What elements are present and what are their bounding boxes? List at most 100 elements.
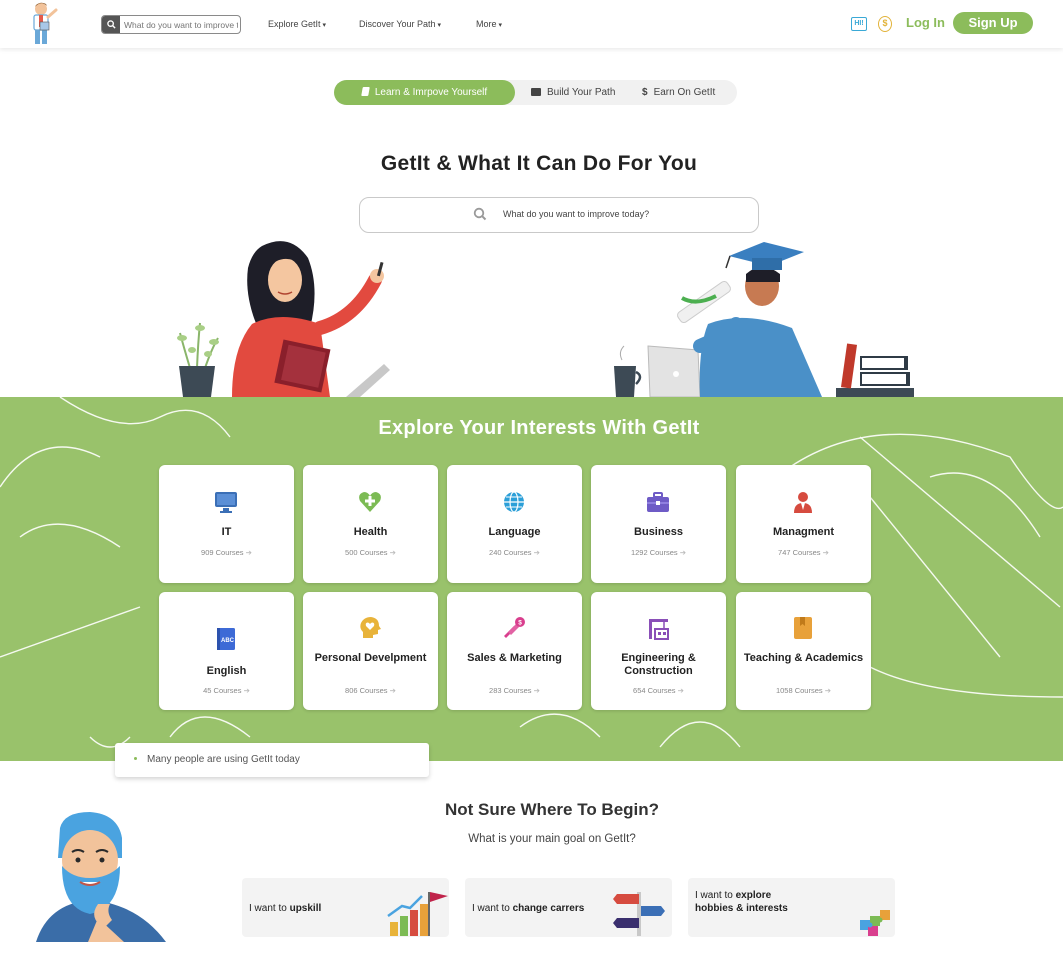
arrow-right-icon: ➔ [533, 686, 540, 695]
tab-build-label: Build Your Path [547, 87, 616, 98]
arrow-right-icon: ➔ [677, 686, 684, 695]
notebook-icon [794, 617, 812, 639]
nav-discover[interactable]: Discover Your Path ▾ [359, 19, 441, 29]
category-name: Engineering & Construction [621, 652, 696, 677]
crane-icon [649, 619, 669, 640]
category-name: Managment [772, 526, 835, 538]
category-course-count: 1058 Courses ➔ [775, 686, 832, 695]
monitor-icon [215, 492, 237, 513]
category-card-teaching[interactable]: Teaching & Academics 1058 Courses ➔ [736, 592, 871, 710]
login-link[interactable]: Log In [906, 15, 945, 30]
top-navbar: Explore GetIt▾ Discover Your Path▾ More▾… [0, 0, 1063, 48]
hero-search-placeholder: What do you want to improve today? [503, 209, 650, 219]
bullet-dot [134, 757, 137, 760]
category-card-it[interactable]: IT 909 Courses ➔ [159, 465, 294, 583]
nav-more[interactable]: More ▾ [476, 19, 502, 29]
nav-discover-label: Discover Your Path [359, 19, 436, 29]
nav-explore[interactable]: Explore GetIt ▾ [268, 19, 326, 29]
graduate-student-illustration [614, 242, 914, 397]
header-search[interactable] [101, 15, 241, 34]
begin-title: Not Sure Where To Begin? [444, 800, 660, 819]
arrow-right-icon: ➔ [389, 686, 396, 695]
caret-down-icon: ▾ [437, 22, 442, 29]
category-name: IT [221, 526, 232, 538]
category-course-count: 45 Courses ➔ [203, 686, 250, 695]
activity-notice: Many people are using GetIt today [115, 743, 429, 777]
manager-icon [794, 492, 812, 513]
caret-down-icon: ▾ [322, 22, 327, 29]
explore-title: Explore Your Interests With GetIt [378, 417, 700, 439]
goal-card-explore-hobbies[interactable]: I want to explore hobbies & interests [688, 878, 895, 937]
abc-book-icon: ABC [217, 628, 235, 650]
goal-text: I want to explore hobbies & interests [695, 890, 788, 914]
hero-title: GetIt & What It Can Do For You [380, 152, 698, 175]
arrow-right-icon: ➔ [245, 548, 252, 557]
caret-down-icon: ▾ [498, 22, 503, 29]
category-course-count: 500 Courses ➔ [345, 548, 396, 557]
category-card-business[interactable]: Business 1292 Courses ➔ [591, 465, 726, 583]
hi-chat-icon[interactable]: HI! [851, 17, 867, 31]
category-card-health[interactable]: Health 500 Courses ➔ [303, 465, 438, 583]
briefcase-icon [647, 492, 669, 512]
category-name: Personal Develpment [314, 652, 427, 664]
dollar-icon: $ [642, 87, 648, 98]
category-course-count: 283 Courses ➔ [489, 686, 540, 695]
category-name: Sales & Marketing [467, 652, 562, 664]
coin-icon[interactable]: $ [878, 16, 892, 32]
growth-chart-icon [387, 892, 448, 936]
megaphone-icon: $ [504, 617, 525, 638]
svg-text:$: $ [518, 620, 522, 627]
category-card-engineering[interactable]: Engineering & Construction 654 Courses ➔ [591, 592, 726, 710]
goal-card-change-careers[interactable]: I want to change carrers [465, 878, 672, 937]
begin-subtitle: What is your main goal on GetIt? [468, 833, 636, 845]
category-card-sales-marketing[interactable]: $ Sales & Marketing 283 Courses ➔ [447, 592, 582, 710]
category-course-count: 1292 Courses ➔ [630, 548, 687, 557]
category-course-count: 240 Courses ➔ [489, 548, 540, 557]
thinking-man-illustration [36, 812, 166, 942]
book-icon [361, 87, 370, 96]
arrow-right-icon: ➔ [533, 548, 540, 557]
category-card-language[interactable]: Language 240 Courses ➔ [447, 465, 582, 583]
goal-text: I want to upskill [249, 903, 322, 914]
category-card-personal-development[interactable]: Personal Develpment 806 Courses ➔ [303, 592, 438, 710]
signup-button[interactable]: Sign Up [953, 12, 1033, 34]
tab-earn-label: Earn On GetIt [653, 87, 716, 98]
header-search-input[interactable] [124, 17, 238, 32]
category-course-count: 806 Courses ➔ [345, 686, 396, 695]
briefcase-icon [531, 88, 541, 96]
activity-notice-text: Many people are using GetIt today [147, 754, 300, 765]
tab-learn[interactable]: Learn & Imrpove Yourself [334, 80, 515, 105]
search-icon [473, 207, 487, 221]
arrow-right-icon: ➔ [822, 548, 829, 557]
search-button[interactable] [102, 16, 120, 33]
arrow-right-icon: ➔ [389, 548, 396, 557]
woman-teacher-illustration [177, 241, 390, 397]
category-course-count: 909 Courses ➔ [201, 548, 252, 557]
head-heart-icon [360, 617, 381, 638]
category-name: Teaching & Academics [743, 652, 864, 664]
nav-more-label: More [476, 19, 497, 29]
category-name: Health [353, 526, 388, 538]
path-tabs: Learn & Imrpove Yourself Build Your Path… [334, 80, 737, 105]
category-course-count: 654 Courses ➔ [633, 686, 684, 695]
category-card-english[interactable]: ABC English 45 Courses ➔ [159, 592, 294, 710]
signpost-icon [613, 892, 665, 936]
tab-learn-label: Learn & Imrpove Yourself [374, 87, 488, 98]
search-icon [106, 20, 116, 29]
nav-explore-label: Explore GetIt [268, 19, 321, 29]
category-card-managment[interactable]: Managment 747 Courses ➔ [736, 465, 871, 583]
puzzle-icon [860, 910, 890, 936]
goal-card-upskill[interactable]: I want to upskill [242, 878, 449, 937]
getit-logo[interactable] [26, 0, 60, 48]
arrow-right-icon: ➔ [679, 548, 687, 557]
arrow-right-icon: ➔ [243, 686, 250, 695]
hero-search[interactable]: What do you want to improve today? [359, 197, 759, 233]
tab-build[interactable]: Build Your Path [531, 80, 615, 105]
goal-text: I want to change carrers [472, 903, 585, 914]
category-name: Business [634, 526, 683, 538]
category-name: English [206, 665, 247, 677]
globe-icon [504, 491, 524, 513]
tab-earn[interactable]: $ Earn On GetIt [642, 80, 715, 105]
category-name: Language [488, 526, 541, 538]
category-course-count: 747 Courses ➔ [778, 548, 829, 557]
